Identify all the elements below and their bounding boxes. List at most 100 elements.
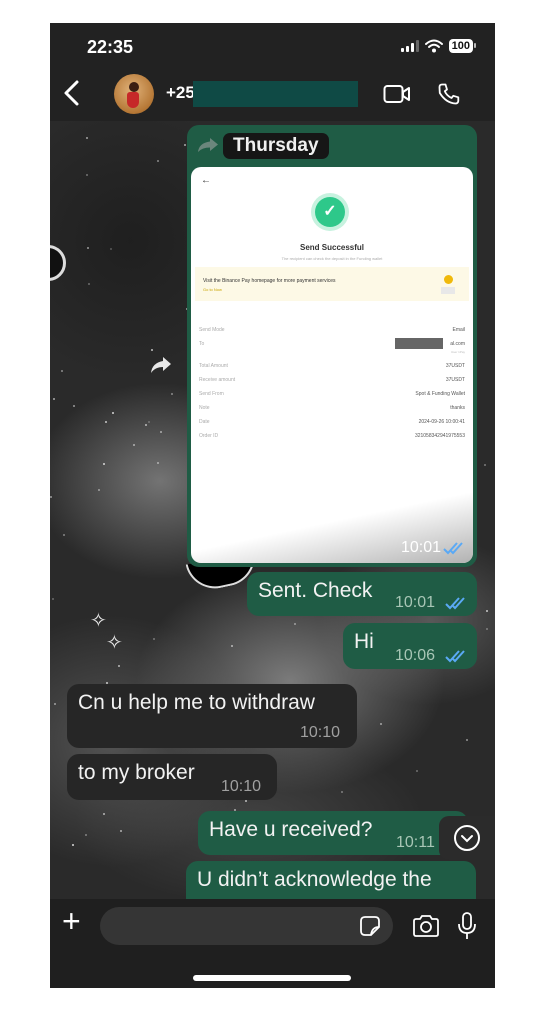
detail-label: Send Mode — [199, 327, 225, 333]
chevron-down-circle-icon — [454, 825, 480, 851]
scroll-to-bottom-button[interactable] — [439, 816, 495, 860]
wallpaper-star — [157, 160, 159, 162]
detail-label: Note — [199, 405, 210, 411]
message-time: 10:10 — [300, 724, 341, 741]
message-time: 10:11 — [396, 834, 435, 851]
wallpaper-star — [54, 703, 56, 705]
read-receipt-icon — [443, 542, 463, 555]
wallpaper-star — [153, 638, 155, 640]
wallpaper-star — [120, 830, 122, 832]
phone-screen: 22:35 100 +25 ✧ ✧ Thursday ← ✓ Send Succ… — [50, 23, 495, 988]
wallpaper-star — [112, 412, 114, 414]
wifi-icon — [424, 39, 443, 53]
detail-row: Total Amount 37USDT — [191, 363, 473, 377]
screenshot-details: Send Mode Email To al.com User 1Pay Total A… — [191, 327, 473, 447]
message-bubble[interactable]: to my broker 10:10 — [67, 754, 277, 800]
date-separator: Thursday — [223, 133, 329, 159]
detail-value: Spot & Funding Wallet — [415, 391, 465, 397]
detail-row: Receive amount 37USDT — [191, 377, 473, 391]
detail-value: Email — [452, 327, 465, 333]
message-bubble[interactable]: Have u received? 10:11 — [198, 811, 468, 855]
detail-label: Total Amount — [199, 363, 228, 369]
screenshot-title: Send Successful — [299, 243, 365, 252]
video-camera-icon[interactable] — [383, 84, 411, 104]
wallpaper-star — [486, 610, 488, 612]
camera-icon[interactable] — [412, 914, 440, 938]
wallpaper-planet — [50, 245, 66, 281]
wallpaper-star — [110, 248, 112, 250]
wallpaper-star — [98, 489, 100, 491]
wallpaper-star — [380, 723, 382, 725]
redacted-email — [395, 338, 443, 349]
message-bubble[interactable]: Sent. Check 10:01 — [247, 572, 477, 616]
wallpaper-star — [72, 844, 74, 846]
detail-label: Order ID — [199, 433, 219, 439]
wallpaper-star — [151, 349, 153, 351]
wallpaper-star — [103, 463, 105, 465]
wallpaper-star — [88, 283, 90, 285]
wallpaper-star — [52, 598, 54, 600]
arrow-left-icon: ← — [201, 175, 211, 186]
banner-text: Visit the Binance Pay homepage for more … — [203, 278, 336, 284]
contact-avatar[interactable] — [114, 74, 154, 114]
detail-row: Date 2024-09-26 10:00:41 — [191, 419, 473, 433]
plus-icon[interactable]: + — [62, 905, 81, 937]
forward-icon[interactable] — [197, 137, 219, 153]
wallpaper-star — [118, 665, 120, 667]
message-bubble[interactable]: Cn u help me to withdraw 10:10 — [67, 684, 357, 748]
detail-row: Order ID 321058342941975553 — [191, 433, 473, 447]
detail-label: Receive amount — [199, 377, 236, 383]
status-bar: 22:35 100 — [50, 23, 495, 71]
read-receipt-icon — [445, 650, 465, 663]
wallpaper-star — [160, 431, 162, 433]
chat-area[interactable]: ✧ ✧ Thursday ← ✓ Send Successful The rec… — [50, 121, 495, 899]
wallpaper-star — [245, 800, 247, 802]
sparkle-icon: ✧ — [106, 632, 123, 654]
wallpaper-star — [341, 791, 343, 793]
sparkle-icon: ✧ — [90, 610, 107, 632]
wallpaper-star — [105, 421, 107, 423]
wallpaper-star — [103, 813, 105, 815]
wallpaper-star — [148, 421, 150, 423]
detail-label: To — [199, 341, 205, 347]
wallpaper-star — [416, 770, 418, 772]
message-text: to my broker — [78, 761, 195, 784]
message-time: 10:01 — [395, 594, 436, 611]
message-text: Sent. Check — [258, 579, 373, 602]
message-bubble[interactable]: U didn’t acknowledge the — [186, 861, 476, 899]
screenshot-banner: Visit the Binance Pay homepage for more … — [195, 267, 469, 301]
wallpaper-star — [53, 398, 55, 400]
message-bubble[interactable]: Hi 10:06 — [343, 623, 477, 669]
banner-toggle — [441, 287, 455, 294]
redacted-phone-number — [193, 81, 358, 107]
phone-icon[interactable] — [437, 82, 461, 106]
sticker-icon[interactable] — [359, 915, 381, 937]
wallpaper-star — [145, 424, 147, 426]
message-time: 10:06 — [395, 647, 436, 664]
payment-screenshot[interactable]: ← ✓ Send Successful The recipient can ch… — [191, 167, 473, 563]
contact-name[interactable]: +25 — [166, 83, 195, 103]
message-input[interactable] — [100, 907, 393, 945]
wallpaper-star — [50, 496, 52, 498]
message-time: 10:01 — [400, 539, 441, 556]
detail-value: al.com — [450, 341, 465, 347]
home-indicator[interactable] — [193, 975, 351, 981]
chevron-left-icon[interactable] — [62, 79, 80, 113]
message-input-bar: + — [50, 899, 495, 988]
wallpaper-star — [184, 144, 186, 146]
message-text: Cn u help me to withdraw — [78, 691, 315, 714]
read-receipt-icon — [445, 597, 465, 610]
microphone-icon[interactable] — [457, 911, 477, 941]
detail-row: To al.com User 1Pay — [191, 338, 473, 363]
forward-icon[interactable] — [150, 355, 172, 375]
image-message[interactable]: Thursday ← ✓ Send Successful The recipie… — [187, 125, 477, 567]
wallpaper-star — [133, 444, 135, 446]
message-text: Hi — [354, 630, 374, 653]
wallpaper-star — [466, 739, 468, 741]
detail-note: User 1Pay — [450, 350, 465, 354]
success-check-icon: ✓ — [315, 197, 345, 227]
wallpaper-star — [85, 834, 87, 836]
status-icons: 100 — [400, 39, 477, 53]
wallpaper-star — [157, 462, 159, 464]
detail-label: Date — [199, 419, 210, 425]
